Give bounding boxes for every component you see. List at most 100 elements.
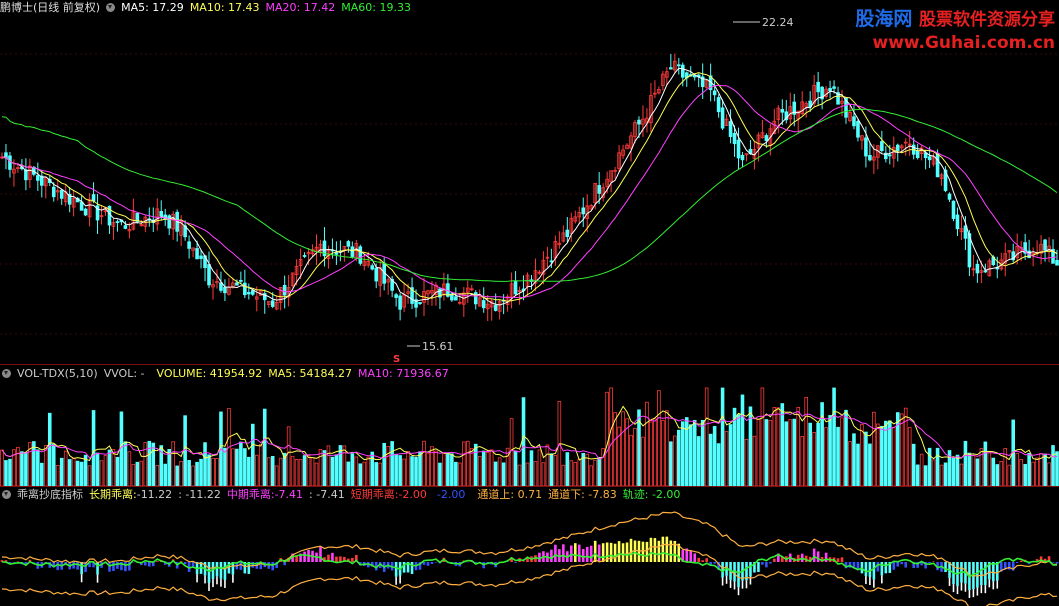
volume-bar [247, 456, 251, 486]
volume-bar [688, 424, 693, 486]
volume-bar [649, 421, 653, 486]
candle-body [1043, 239, 1047, 251]
volume-readout: VOLUME: 41954.92 [156, 367, 263, 380]
candle-body [358, 246, 363, 264]
channel-down-line [1, 543, 1058, 606]
candle-body [195, 248, 199, 260]
volume-bar [593, 459, 597, 486]
volume-bar [434, 450, 438, 486]
volume-bar [310, 457, 315, 486]
volume-bar [657, 390, 661, 486]
volume-bar [716, 443, 721, 486]
volume-bar [860, 424, 864, 486]
dropdown-icon[interactable] [2, 489, 11, 499]
indicator-name[interactable]: 乖离抄底指标 [17, 488, 83, 501]
volume-bar [151, 442, 156, 486]
candle-body [370, 265, 375, 270]
candle-body [736, 139, 741, 159]
volume-bar [115, 456, 120, 486]
volume-bar [907, 427, 912, 486]
volume-bar [24, 452, 28, 486]
dropdown-icon[interactable] [2, 368, 11, 378]
candle-body [732, 132, 737, 145]
volume-bar [744, 438, 749, 486]
volume-bar [776, 407, 781, 486]
mid-bias-label: 中期乖离: [226, 488, 275, 501]
volume-bar [426, 452, 430, 486]
long-bias-value: -11.22 [136, 488, 173, 501]
volume-bar [358, 463, 363, 486]
volume-bar [983, 441, 988, 486]
long-bias-value-2: : -11.22 [178, 488, 221, 501]
volume-bar-chart[interactable] [0, 382, 1059, 486]
volume-bar [386, 446, 390, 486]
candle-body [36, 175, 40, 181]
volume-bar [40, 462, 44, 486]
volume-bar [545, 444, 550, 486]
dropdown-icon[interactable] [106, 2, 116, 12]
volume-bar [780, 403, 785, 486]
volume-bar [493, 461, 498, 486]
volume-bar [975, 458, 980, 486]
volume-bar [880, 425, 884, 486]
volume-bar [899, 413, 904, 486]
volume-bar [251, 423, 255, 486]
volume-bar [876, 423, 880, 486]
candle-body [115, 221, 120, 224]
indicator-panel-header: 乖离抄底指标 长期乖离:-11.22: -11.22 中期乖离:-7.41: -7.… [0, 487, 686, 503]
candle-body [852, 116, 856, 127]
volume-bar [458, 462, 462, 486]
volume-bar [414, 457, 418, 486]
volume-bar [844, 409, 848, 486]
volume-bar [239, 441, 243, 486]
volume-bar [939, 464, 944, 486]
volume-bar [740, 394, 745, 486]
volume-bar [529, 450, 534, 486]
volume-bar [1031, 461, 1035, 486]
volume-bar [63, 450, 68, 486]
short-bias-value: -2.00 [398, 488, 427, 501]
volume-bar [999, 461, 1004, 486]
volume-bar [677, 429, 681, 486]
price-candlestick-chart[interactable]: 22.24 15.61 S [0, 14, 1059, 364]
candle-body [828, 87, 832, 92]
volume-bar [589, 465, 594, 486]
candle-body [398, 295, 402, 310]
volume-bar [318, 449, 323, 486]
long-bias-label: 长期乖离: [89, 488, 137, 501]
short-bias-label: 短期乖离: [350, 488, 399, 501]
volume-bar [346, 461, 351, 486]
volume-bar [764, 419, 769, 486]
candle-body [207, 264, 211, 286]
volume-bar [812, 432, 816, 486]
volume-bar [211, 457, 215, 486]
volume-bar [836, 426, 840, 486]
candle-body [895, 144, 900, 151]
volume-bar [334, 454, 339, 486]
panel-divider [0, 364, 1059, 365]
volume-bar [915, 464, 920, 486]
volume-bar [816, 422, 820, 486]
volume-bar [278, 457, 283, 486]
volume-bar [418, 451, 422, 486]
vol-indicator-name[interactable]: VOL-TDX(5,10) [17, 367, 98, 380]
bias-indicator-chart[interactable] [0, 504, 1059, 606]
candle-body [856, 120, 860, 138]
candle-body [493, 304, 498, 311]
volume-bar [800, 436, 805, 486]
candle-body [764, 135, 769, 142]
volume-bar [171, 441, 175, 486]
volume-bar [243, 448, 247, 486]
volume-bar [824, 427, 828, 486]
mid-bias-value: -7.41 [274, 488, 304, 501]
volume-bar [111, 449, 116, 486]
volume-bar [163, 463, 168, 486]
volume-bar [537, 449, 542, 486]
volume-bar [987, 451, 992, 486]
volume-bar [633, 427, 637, 486]
volume-bar [402, 458, 406, 486]
volume-bar [673, 435, 677, 486]
candle-body [8, 155, 12, 170]
volume-bar [621, 411, 625, 486]
volume-bar [235, 448, 239, 486]
